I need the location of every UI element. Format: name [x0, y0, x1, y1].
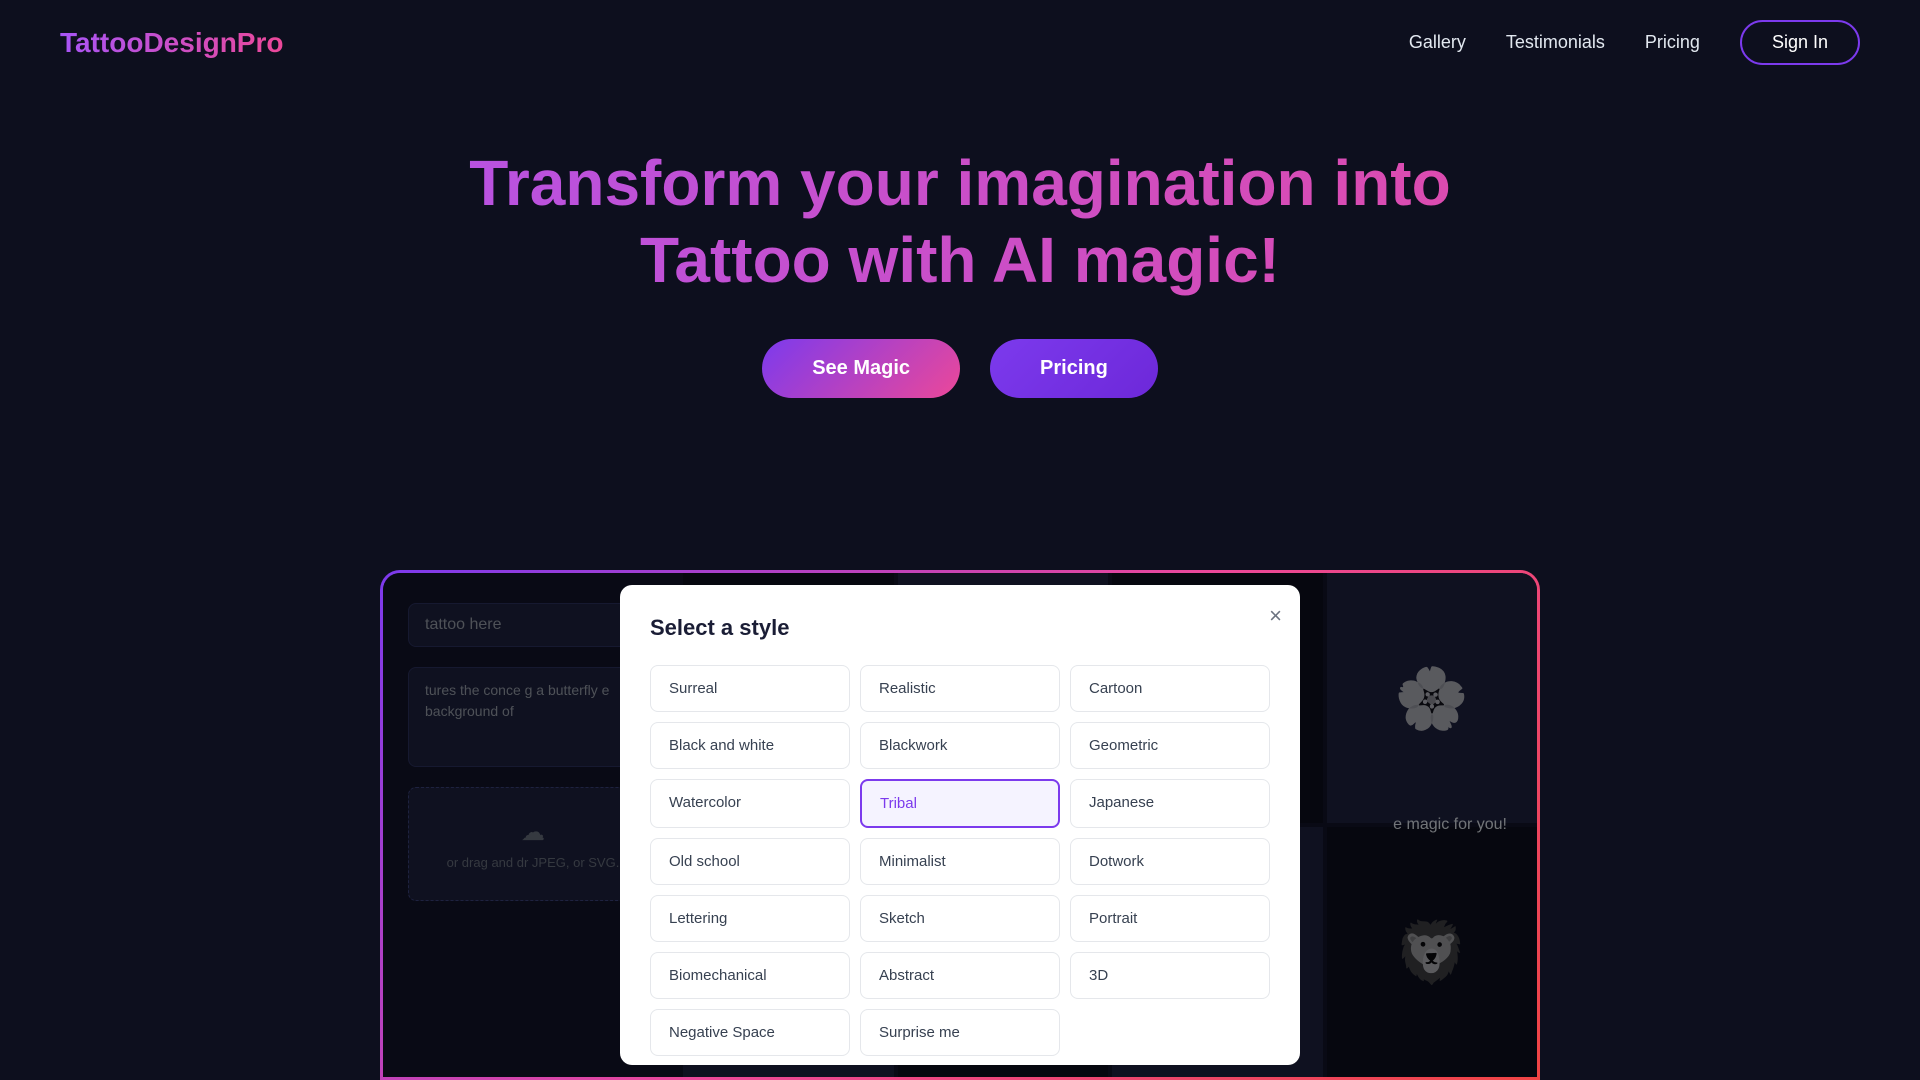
- modal-title: Select a style: [650, 615, 1270, 641]
- hero-heading: Transform your imagination into Tattoo w…: [0, 145, 1920, 299]
- style-portrait[interactable]: Portrait: [1070, 895, 1270, 942]
- hero-buttons: See Magic Pricing: [0, 339, 1920, 398]
- style-watercolor[interactable]: Watercolor: [650, 779, 850, 828]
- style-japanese[interactable]: Japanese: [1070, 779, 1270, 828]
- style-lettering[interactable]: Lettering: [650, 895, 850, 942]
- testimonials-link[interactable]: Testimonials: [1506, 32, 1605, 53]
- logo: TattooDesignPro: [60, 27, 283, 59]
- hero-section: Transform your imagination into Tattoo w…: [0, 85, 1920, 438]
- style-surreal[interactable]: Surreal: [650, 665, 850, 712]
- style-geometric[interactable]: Geometric: [1070, 722, 1270, 769]
- style-old-school[interactable]: Old school: [650, 838, 850, 885]
- sign-in-button[interactable]: Sign In: [1740, 20, 1860, 65]
- style-blackwork[interactable]: Blackwork: [860, 722, 1060, 769]
- modal-overlay: Select a style × SurrealRealisticCartoon…: [383, 573, 1537, 1077]
- navbar: TattooDesignPro Gallery Testimonials Pri…: [0, 0, 1920, 85]
- app-inner: tattoo here tures the conce g a butterfl…: [383, 573, 1537, 1077]
- style-biomechanical[interactable]: Biomechanical: [650, 952, 850, 999]
- style-surprise-me[interactable]: Surprise me: [860, 1009, 1060, 1056]
- style-cartoon[interactable]: Cartoon: [1070, 665, 1270, 712]
- nav-links: Gallery Testimonials Pricing Sign In: [1409, 20, 1860, 65]
- style-abstract[interactable]: Abstract: [860, 952, 1060, 999]
- pricing-button[interactable]: Pricing: [990, 339, 1158, 398]
- pricing-link[interactable]: Pricing: [1645, 32, 1700, 53]
- see-magic-button[interactable]: See Magic: [762, 339, 960, 398]
- style-tribal[interactable]: Tribal: [860, 779, 1060, 828]
- style-realistic[interactable]: Realistic: [860, 665, 1060, 712]
- style-minimalist[interactable]: Minimalist: [860, 838, 1060, 885]
- style-sketch[interactable]: Sketch: [860, 895, 1060, 942]
- style-select-modal: Select a style × SurrealRealisticCartoon…: [620, 585, 1300, 1065]
- style-dotwork[interactable]: Dotwork: [1070, 838, 1270, 885]
- style-negative-space[interactable]: Negative Space: [650, 1009, 850, 1056]
- style-3d[interactable]: 3D: [1070, 952, 1270, 999]
- app-preview: tattoo here tures the conce g a butterfl…: [380, 570, 1540, 1080]
- gallery-link[interactable]: Gallery: [1409, 32, 1466, 53]
- modal-close-button[interactable]: ×: [1269, 603, 1282, 629]
- styles-grid: SurrealRealisticCartoon Black and whiteBl…: [650, 665, 1270, 1056]
- style-black-white[interactable]: Black and white: [650, 722, 850, 769]
